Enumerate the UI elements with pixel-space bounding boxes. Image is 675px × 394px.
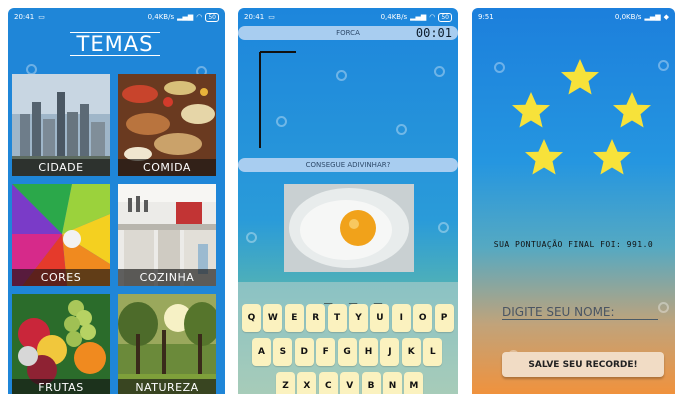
prompt-label: CONSEGUE ADIVINHAR? (305, 161, 391, 169)
theme-label: NATUREZA (118, 379, 216, 394)
status-time: 20:41 (244, 13, 265, 21)
star-icon (593, 139, 631, 175)
theme-tile-frutas[interactable]: FRUTAS (12, 294, 110, 394)
battery-icon: 50 (438, 12, 452, 22)
mode-bar: FORCA 00:01 (238, 26, 458, 40)
key-button[interactable]: N (383, 372, 402, 394)
theme-tile-comida[interactable]: COMIDA (118, 74, 216, 176)
key-button[interactable]: A (252, 338, 271, 366)
key-button[interactable]: S (273, 338, 293, 366)
theme-label: FRUTAS (12, 379, 110, 394)
status-time: 20:41 (14, 13, 35, 21)
key-button[interactable]: I (391, 304, 411, 332)
final-score-text: SUA PONTUAÇÃO FINAL FOI: 991.0 (493, 240, 654, 249)
star-icon (512, 92, 550, 128)
key-button[interactable]: V (340, 372, 360, 394)
stars-rating (512, 59, 651, 175)
key-button[interactable]: W (263, 304, 283, 332)
wifi-icon: ◠ (196, 13, 203, 21)
battery-icon: 50 (205, 12, 219, 22)
hangman-screen: 20:41 ▭ 0,4KB/s ▂▄▆ ◠ 50 FORCA 00:01 CONSEGU… (238, 8, 458, 394)
network-speed: 0,4KB/s (380, 13, 408, 21)
theme-label: CIDADE (12, 159, 110, 176)
key-button[interactable]: F (316, 338, 336, 366)
word-blanks: _ _ _ (324, 288, 387, 304)
key-button[interactable]: M (404, 372, 424, 394)
network-speed: 0,4KB/s (147, 13, 175, 21)
star-icon (561, 59, 599, 95)
key-button[interactable]: B (361, 372, 381, 394)
result-screen: 9:51 0,0KB/s ▂▄▆ ◆ SUA PONTUAÇÃO FINAL FOI… (472, 8, 675, 394)
prompt-bar: CONSEGUE ADIVINHAR? (238, 158, 458, 172)
image-notification-icon: ▭ (38, 13, 45, 21)
wifi-icon: ◠ (429, 13, 436, 21)
save-record-button[interactable]: SALVE SEU RECORDE! (502, 352, 664, 377)
key-button[interactable]: U (370, 304, 390, 332)
key-button[interactable]: Z (276, 372, 295, 394)
key-button[interactable]: Q (242, 304, 261, 332)
key-button[interactable]: P (434, 304, 454, 332)
bubble-decoration (336, 70, 347, 81)
status-bar: 20:41 ▭ 0,4KB/s ▂▄▆ ◠ 50 (8, 8, 225, 26)
key-button[interactable]: C (318, 372, 338, 394)
theme-tile-cozinha[interactable]: COZINHA (118, 184, 216, 286)
key-button[interactable]: X (297, 372, 317, 394)
theme-label: COZINHA (118, 269, 216, 286)
signal-icon: ▂▄▆ (410, 13, 427, 21)
gallows-drawing (259, 51, 296, 148)
key-button[interactable]: L (423, 338, 443, 366)
timer: 00:01 (415, 26, 452, 40)
bubble-decoration (658, 302, 669, 313)
mode-label: FORCA (336, 29, 360, 37)
theme-label: COMIDA (118, 159, 216, 176)
bubble-decoration (276, 116, 287, 127)
theme-tile-cores[interactable]: CORES (12, 184, 110, 286)
star-icon (613, 92, 651, 128)
key-button[interactable]: H (359, 338, 378, 366)
bubble-decoration (396, 124, 407, 135)
key-button[interactable]: O (413, 304, 433, 332)
theme-tile-cidade[interactable]: CIDADE (12, 74, 110, 176)
key-button[interactable]: E (284, 304, 304, 332)
key-button[interactable]: G (337, 338, 357, 366)
key-button[interactable]: Y (349, 304, 368, 332)
key-button[interactable]: D (294, 338, 314, 366)
theme-label: CORES (12, 269, 110, 286)
key-button[interactable]: T (327, 304, 347, 332)
themes-screen: 20:41 ▭ 0,4KB/s ▂▄▆ ◠ 50 TEMAS CIDADE CO… (8, 8, 225, 394)
bubble-decoration (438, 222, 449, 233)
signal-icon: ▂▄▆ (177, 13, 194, 21)
page-title: TEMAS (70, 32, 160, 56)
egg-image (284, 184, 414, 272)
key-button[interactable]: J (380, 338, 400, 366)
bubble-decoration (246, 232, 257, 243)
bubble-decoration (434, 66, 445, 77)
star-icon (525, 139, 563, 175)
key-button[interactable]: K (401, 338, 421, 366)
name-input[interactable] (502, 304, 658, 320)
key-button[interactable]: R (306, 304, 326, 332)
image-notification-icon: ▭ (268, 13, 275, 21)
status-bar: 20:41 ▭ 0,4KB/s ▂▄▆ ◠ 50 (238, 8, 458, 26)
theme-tile-natureza[interactable]: NATUREZA (118, 294, 216, 394)
